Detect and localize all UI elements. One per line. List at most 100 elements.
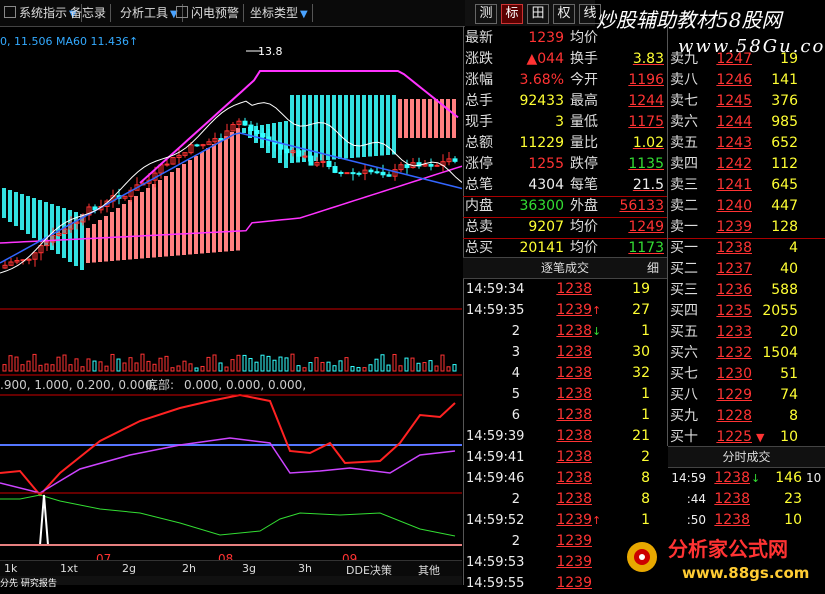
quote-label: 总笔 [465,177,493,193]
tick-panel-header[interactable]: 逐笔成交 细 [463,257,667,279]
buy-level-volume: 10 [780,429,798,445]
checkbox-icon[interactable] [176,6,188,18]
tick-price: 1238 [556,407,592,423]
buy-level-price[interactable]: 1237 [710,259,752,280]
tick-volume: 30 [632,344,650,360]
tick-volume: 1 [641,407,650,423]
indicator-params: .900, 1.000, 0.200, 0.000, [0,378,156,392]
buy-level-volume: 1504 [762,345,798,361]
checkbox-icon[interactable] [4,6,16,18]
quote-label: 跌停 [570,156,598,172]
buy-level-price[interactable]: 1236 [710,280,752,301]
buy-level-price[interactable]: 1225 [710,427,752,448]
toolbar-button-3[interactable]: 闪电预警 [172,4,245,22]
buy-level-price[interactable]: 1229 [710,385,752,406]
minute-panel-header[interactable]: 分时成交 [668,446,825,468]
quote-label: 外盘 [570,198,598,214]
kline-chart[interactable]: 0, 11.506 MA60 11.436↑ 13.8 .900, 1.000,… [0,26,462,574]
sell-level-volume: 141 [771,72,798,88]
sell-level-price[interactable]: 1246 [710,70,752,91]
flower-logo-icon [627,542,657,572]
buy-level-price[interactable]: 1238 [710,238,752,259]
buy-level-price[interactable]: 1228 [710,406,752,427]
sell-level-price[interactable]: 1243 [710,133,752,154]
indicator-values: 0.000, 0.000, 0.000, [184,378,306,392]
peak-label: 13.8 [258,45,283,58]
buy-level-label: 买一 [670,240,698,256]
quote-value: 1239 [528,30,564,46]
volume-bars-layer [2,353,457,372]
quote-label: 每笔 [570,177,598,193]
triangle-down-icon[interactable]: ▼ [300,9,308,20]
quote-value: 21.5 [632,177,664,193]
toolbar-button-4[interactable]: 坐标类型 ▼ [246,4,313,22]
quote-label: 总手 [465,93,493,109]
buy-level-label: 买六 [670,345,698,361]
minute-time: :44 [686,492,706,506]
right-tabs: 测标田权线 [465,0,601,26]
buy-level-volume: 588 [771,282,798,298]
tab-3[interactable]: 权 [553,4,575,24]
arrow-down-icon: ↓ [592,325,602,338]
tick-time: 4 [511,366,520,381]
sell-level-price[interactable]: 1242 [710,154,752,175]
tick-volume: 19 [632,281,650,297]
tick-time: 2 [511,492,520,507]
buy-level-volume: 8 [789,408,798,424]
buy-level-label: 买十 [670,429,698,445]
quote-value: 92433 [519,93,564,109]
tick-price: 1238 [556,491,592,507]
buy-level-volume: 51 [780,366,798,382]
sell-level-price[interactable]: 1244 [710,112,752,133]
quote-value: 4304 [528,177,564,193]
tab-1[interactable]: 标 [501,4,523,24]
bottom-tab-0[interactable]: 1k [4,562,17,575]
bottom-tab-5[interactable]: 3h [298,562,312,575]
buy-level-price[interactable]: 1230 [710,364,752,385]
bottom-tab-2[interactable]: 2g [122,562,136,575]
sell-level-volume: 652 [771,135,798,151]
tick-time: 14:59:55 [466,576,525,591]
sell-level-label: 卖九 [670,51,698,67]
tick-volume: 1 [641,386,650,402]
minute-panel-title: 分时成交 [722,450,771,464]
quote-label: 均价 [570,219,598,235]
sell-level-label: 卖一 [670,219,698,235]
tick-price: 1239 [556,302,592,318]
quote-label: 最高 [570,93,598,109]
tick-detail-button[interactable]: 细 [647,258,659,278]
quote-label: 内盘 [465,198,493,214]
sell-level-label: 卖三 [670,177,698,193]
quote-value: 1.02 [632,135,664,151]
separator [463,217,667,218]
buy-level-label: 买四 [670,303,698,319]
sell-level-price[interactable]: 1239 [710,217,752,238]
sell-level-price[interactable]: 1240 [710,196,752,217]
quote-value: 1175 [628,114,664,130]
buy-level-price[interactable]: 1232 [710,343,752,364]
sell-level-price[interactable]: 1247 [710,49,752,70]
tab-0[interactable]: 测 [475,4,497,24]
sell-level-volume: 447 [771,198,798,214]
tick-price: 1238 [556,323,592,339]
logo-url: www.88gs.com [682,564,809,582]
bottom-strip: 分先 研究报告 [0,576,462,589]
sell-level-price[interactable]: 1241 [710,175,752,196]
toolbar-button-1[interactable]: 备忘录 [66,4,112,22]
ma-text: 0, 11.506 MA60 11.436↑ [0,35,138,48]
bottom-tab-4[interactable]: 3g [242,562,256,575]
buy-level-price[interactable]: 1235 [710,301,752,322]
sell-level-price[interactable]: 1245 [710,91,752,112]
toolbar-button-label: 备忘录 [70,6,107,20]
buy-level-label: 买五 [670,324,698,340]
buy-level-label: 买三 [670,282,698,298]
bottom-tab-1[interactable]: 1xt [60,562,78,575]
tab-2[interactable]: 田 [527,4,549,24]
buy-level-price[interactable]: 1233 [710,322,752,343]
quote-label: 换手 [570,51,598,67]
tick-volume: 21 [632,428,650,444]
bottom-tab-3[interactable]: 2h [182,562,196,575]
tick-price: 1239 [556,533,592,549]
tick-time: 14:59:53 [466,555,525,570]
toolbar-button-label: 分析工具 [120,6,169,20]
